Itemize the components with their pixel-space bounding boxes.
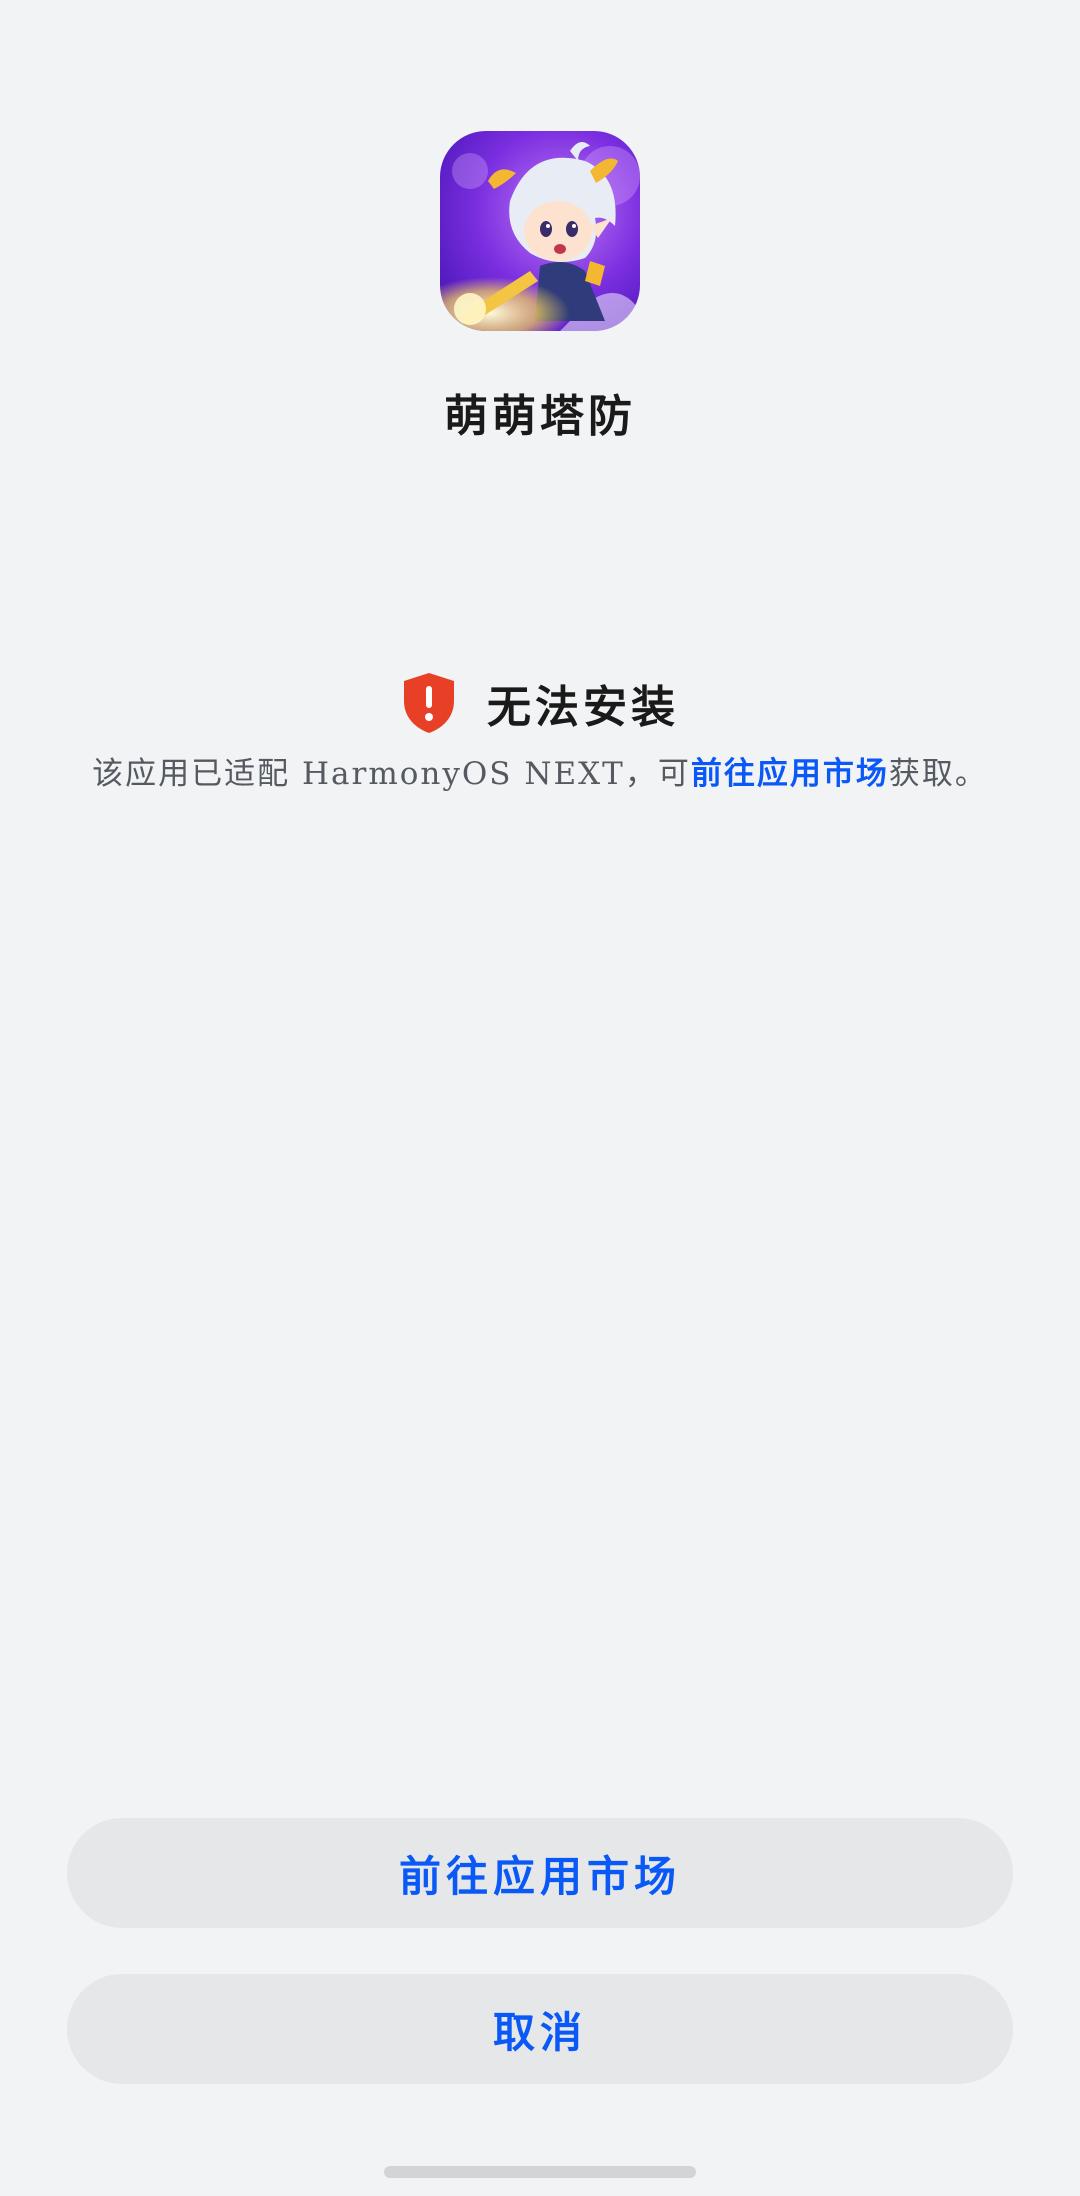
cancel-button[interactable]: 取消 <box>67 1974 1013 2084</box>
status-title: 无法安装 <box>487 682 679 733</box>
install-dialog-screen: 萌萌塔防 无法安装 该应用已适配 HarmonyOS NEXT，可前往应用市场获… <box>0 0 1080 2196</box>
shield-alert-icon <box>401 671 457 735</box>
install-status: 无法安装 <box>0 670 1080 736</box>
home-indicator[interactable] <box>384 2166 696 2178</box>
app-name: 萌萌塔防 <box>444 391 636 442</box>
go-to-market-link[interactable]: 前往应用市场 <box>691 756 889 792</box>
status-description-prefix: 该应用已适配 HarmonyOS NEXT，可 <box>92 756 691 792</box>
app-icon <box>440 131 640 331</box>
status-description: 该应用已适配 HarmonyOS NEXT，可前往应用市场获取。 <box>0 748 1080 793</box>
go-to-market-button[interactable]: 前往应用市场 <box>67 1818 1013 1928</box>
status-description-suffix: 获取。 <box>888 756 988 792</box>
